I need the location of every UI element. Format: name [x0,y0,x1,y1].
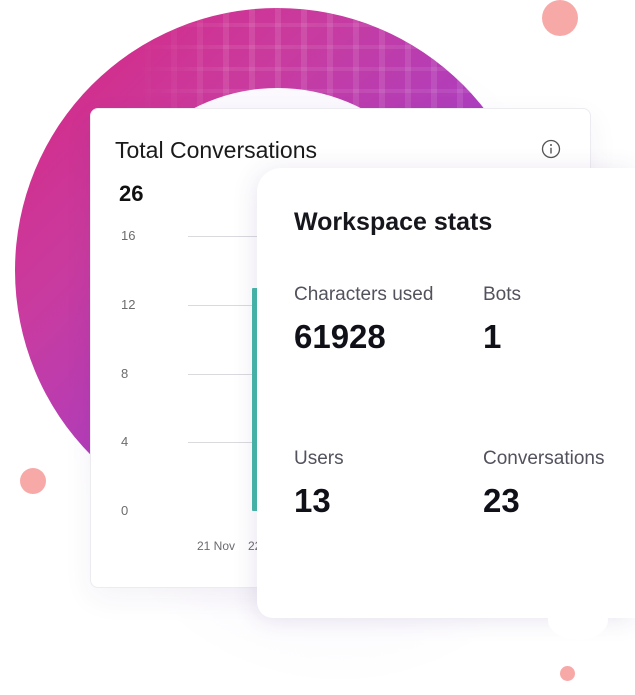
stats-card-title: Workspace stats [294,208,493,236]
decorative-dot-bottom [560,666,575,681]
info-circle-icon[interactable] [541,139,561,159]
workspace-stats-card: Workspace stats Characters used 61928 Bo… [257,168,635,618]
conversations-card-title: Total Conversations [115,137,317,163]
stat-label-users: Users [294,448,344,469]
stat-value-conversations: 23 [483,482,520,519]
y-tick-label: 0 [121,503,129,518]
decorative-dot-left [20,468,46,494]
y-tick-label: 4 [121,434,129,450]
decorative-blob [548,600,608,640]
stat-value-users: 13 [294,482,331,519]
stat-value-characters: 61928 [294,318,386,355]
stat-label-conversations: Conversations [483,448,605,469]
stat-label-bots: Bots [483,284,522,305]
y-tick-label: 16 [121,228,136,243]
conversations-total-value: 26 [119,181,144,206]
stat-label-characters: Characters used [294,284,434,305]
x-tick-label: 21 Nov [197,539,236,553]
y-tick-label: 8 [121,365,129,381]
stat-value-bots: 1 [483,318,502,355]
decorative-dot-top [542,0,578,36]
y-tick-label: 12 [121,296,136,312]
